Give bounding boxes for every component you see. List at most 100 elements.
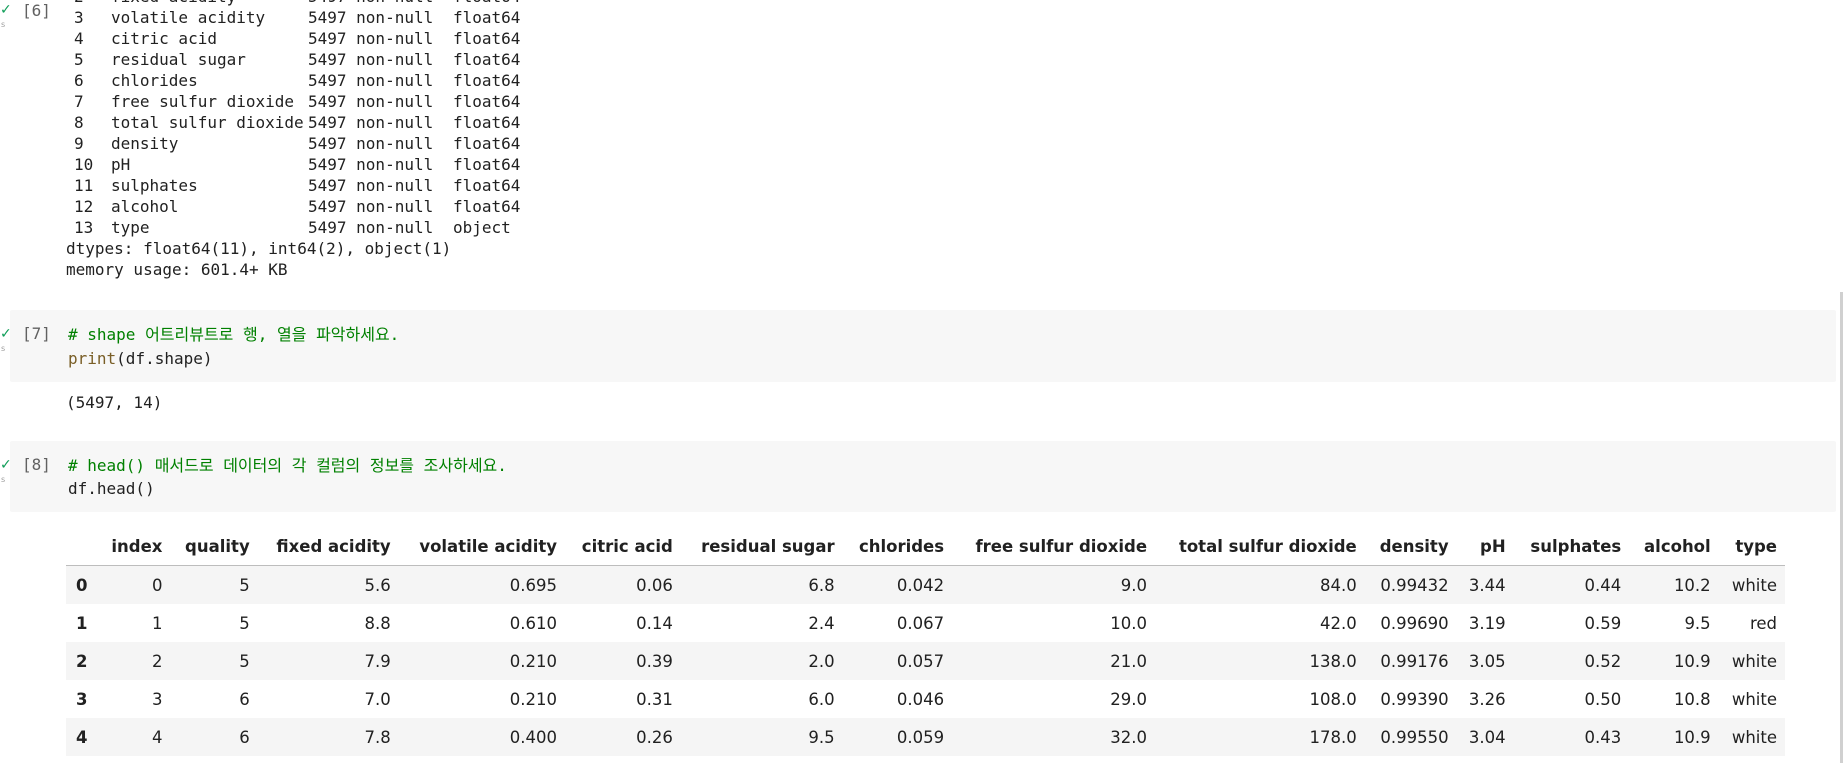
- table-cell: 10.8: [1673, 689, 1711, 709]
- non-null-count: 5497 non-null: [308, 197, 434, 216]
- table-cell: 0.52: [1584, 651, 1622, 671]
- info-row: 6 chlorides 5497 non-null float64: [66, 70, 520, 91]
- table-cell: 10.9: [1673, 727, 1711, 747]
- column-index: 8: [74, 113, 84, 132]
- column-index: 9: [74, 134, 84, 153]
- table-cell: 5: [239, 613, 250, 633]
- table-cell: 0.99390: [1380, 689, 1449, 709]
- table-cell: 0.43: [1584, 727, 1622, 747]
- column-dtype: float64: [453, 50, 521, 69]
- table-cell: 6.8: [808, 575, 835, 595]
- column-name: free sulfur dioxide: [111, 92, 295, 111]
- table-cell: 0.057: [896, 651, 945, 671]
- column-index: 13: [74, 218, 94, 237]
- table-cell: 0.59: [1584, 613, 1622, 633]
- execution-count-7: [7]: [22, 324, 51, 343]
- table-cell: 84.0: [1319, 575, 1357, 595]
- table-cell: 0.99690: [1380, 613, 1449, 633]
- table-cell: 0.99550: [1380, 727, 1449, 747]
- table-cell: white: [1731, 727, 1777, 747]
- table-cell: 0.067: [896, 613, 945, 633]
- table-cell: 10.9: [1673, 651, 1711, 671]
- table-cell: 0.400: [509, 727, 558, 747]
- table-cell: 7.8: [364, 727, 391, 747]
- column-header: sulphates: [1513, 527, 1630, 566]
- run-time-indicator: s: [1, 20, 6, 29]
- info-row: 11 sulphates 5497 non-null float64: [66, 175, 520, 196]
- info-row: 5 residual sugar 5497 non-null float64: [66, 49, 520, 70]
- non-null-count: 5497 non-null: [308, 0, 433, 7]
- table-cell: 2.0: [808, 651, 835, 671]
- table-cell: 10.0: [1110, 613, 1148, 633]
- column-dtype: float64: [453, 155, 521, 174]
- column-name: type: [111, 218, 150, 237]
- non-null-count: 5497 non-null: [308, 92, 434, 111]
- table-cell: 2: [151, 651, 163, 671]
- column-header: type: [1718, 527, 1785, 566]
- column-name: total sulfur dioxide: [111, 113, 304, 132]
- table-cell: 0.210: [509, 689, 558, 709]
- dataframe-table: index quality fixed acidity volatile acidit…: [66, 527, 1785, 756]
- row-index: 0: [76, 575, 88, 595]
- memory-usage-line: memory usage: 601.4+ KB: [66, 260, 288, 279]
- code-cell-8[interactable]: [8] # head() 매서드로 데이터의 각 컬럼의 정보를 조사하세요. …: [10, 441, 1836, 512]
- table-cell: 3: [151, 689, 163, 709]
- table-row: 1 1 5 8.8 0.610 0.14 2.4 0.067 10.0 42.0 0.99690 3.…: [66, 604, 1785, 642]
- builtin-function: print: [68, 349, 117, 368]
- column-index: 3: [74, 8, 84, 27]
- table-header-row: index quality fixed acidity volatile acidit…: [66, 527, 1785, 566]
- column-dtype: float64: [453, 176, 521, 195]
- info-row: 9 density 5497 non-null float64: [66, 133, 520, 154]
- column-header: citric acid: [565, 527, 681, 566]
- column-header: free sulfur dioxide: [952, 527, 1156, 566]
- info-row: 7 free sulfur dioxide 5497 non-null float64: [66, 91, 520, 112]
- code-cell-7[interactable]: [7] # shape 어트리뷰트로 행, 열을 파악하세요. print(df…: [10, 310, 1836, 382]
- column-header: chlorides: [842, 527, 953, 566]
- table-cell: 42.0: [1319, 613, 1357, 633]
- table-cell: 5.6: [364, 575, 391, 595]
- execution-count-6: [6]: [22, 1, 51, 20]
- code-args: (df.shape): [116, 349, 213, 368]
- table-cell: 0.042: [896, 575, 945, 595]
- column-header: alcohol: [1629, 527, 1719, 566]
- column-name: volatile acidity: [111, 8, 266, 27]
- table-cell: 6: [239, 727, 250, 747]
- code-line: print(df.shape): [68, 348, 213, 370]
- code-comment: # head() 매서드로 데이터의 각 컬럼의 정보를 조사하세요.: [68, 456, 507, 475]
- table-cell: white: [1731, 651, 1777, 671]
- table-cell: 178.0: [1309, 727, 1357, 747]
- table-cell: white: [1731, 689, 1777, 709]
- table-cell: 0.210: [509, 651, 558, 671]
- table-cell: 9.5: [808, 727, 835, 747]
- column-index: 4: [74, 29, 84, 48]
- non-null-count: 5497 non-null: [308, 176, 434, 195]
- info-row: 13 type 5497 non-null object: [66, 217, 511, 238]
- table-row: 2 2 5 7.9 0.210 0.39 2.0 0.057 21.0 138.0 0.99176 3…: [66, 642, 1785, 680]
- row-index: 2: [76, 651, 88, 671]
- table-cell: 32.0: [1110, 727, 1148, 747]
- table-cell: 6: [239, 689, 250, 709]
- column-name: citric acid: [111, 29, 217, 48]
- column-dtype: float64: [453, 8, 521, 27]
- table-row: 4 4 6 7.8 0.400 0.26 9.5 0.059 32.0 178.0 0.99550 3…: [66, 718, 1785, 756]
- table-cell: 0.44: [1584, 575, 1622, 595]
- table-cell: 6.0: [808, 689, 835, 709]
- non-null-count: 5497 non-null: [308, 134, 434, 153]
- non-null-count: 5497 non-null: [308, 29, 434, 48]
- info-row: 3 volatile acidity 5497 non-null float64: [66, 7, 520, 28]
- table-cell: 0.046: [896, 689, 945, 709]
- run-status-icon: ✓: [0, 2, 12, 18]
- table-cell: 9.0: [1120, 575, 1148, 595]
- table-cell: 1: [151, 613, 163, 633]
- table-cell: 108.0: [1309, 689, 1357, 709]
- column-name: residual sugar: [111, 50, 246, 69]
- row-index: 1: [76, 613, 88, 633]
- column-dtype: float64: [453, 92, 521, 111]
- table-cell: 0.50: [1584, 689, 1622, 709]
- column-header: volatile acidity: [398, 527, 566, 566]
- non-null-count: 5497 non-null: [308, 218, 434, 237]
- run-time-indicator: s: [1, 475, 6, 484]
- column-name: pH: [111, 155, 131, 174]
- table-cell: 0.31: [636, 689, 673, 709]
- table-cell: red: [1749, 613, 1777, 633]
